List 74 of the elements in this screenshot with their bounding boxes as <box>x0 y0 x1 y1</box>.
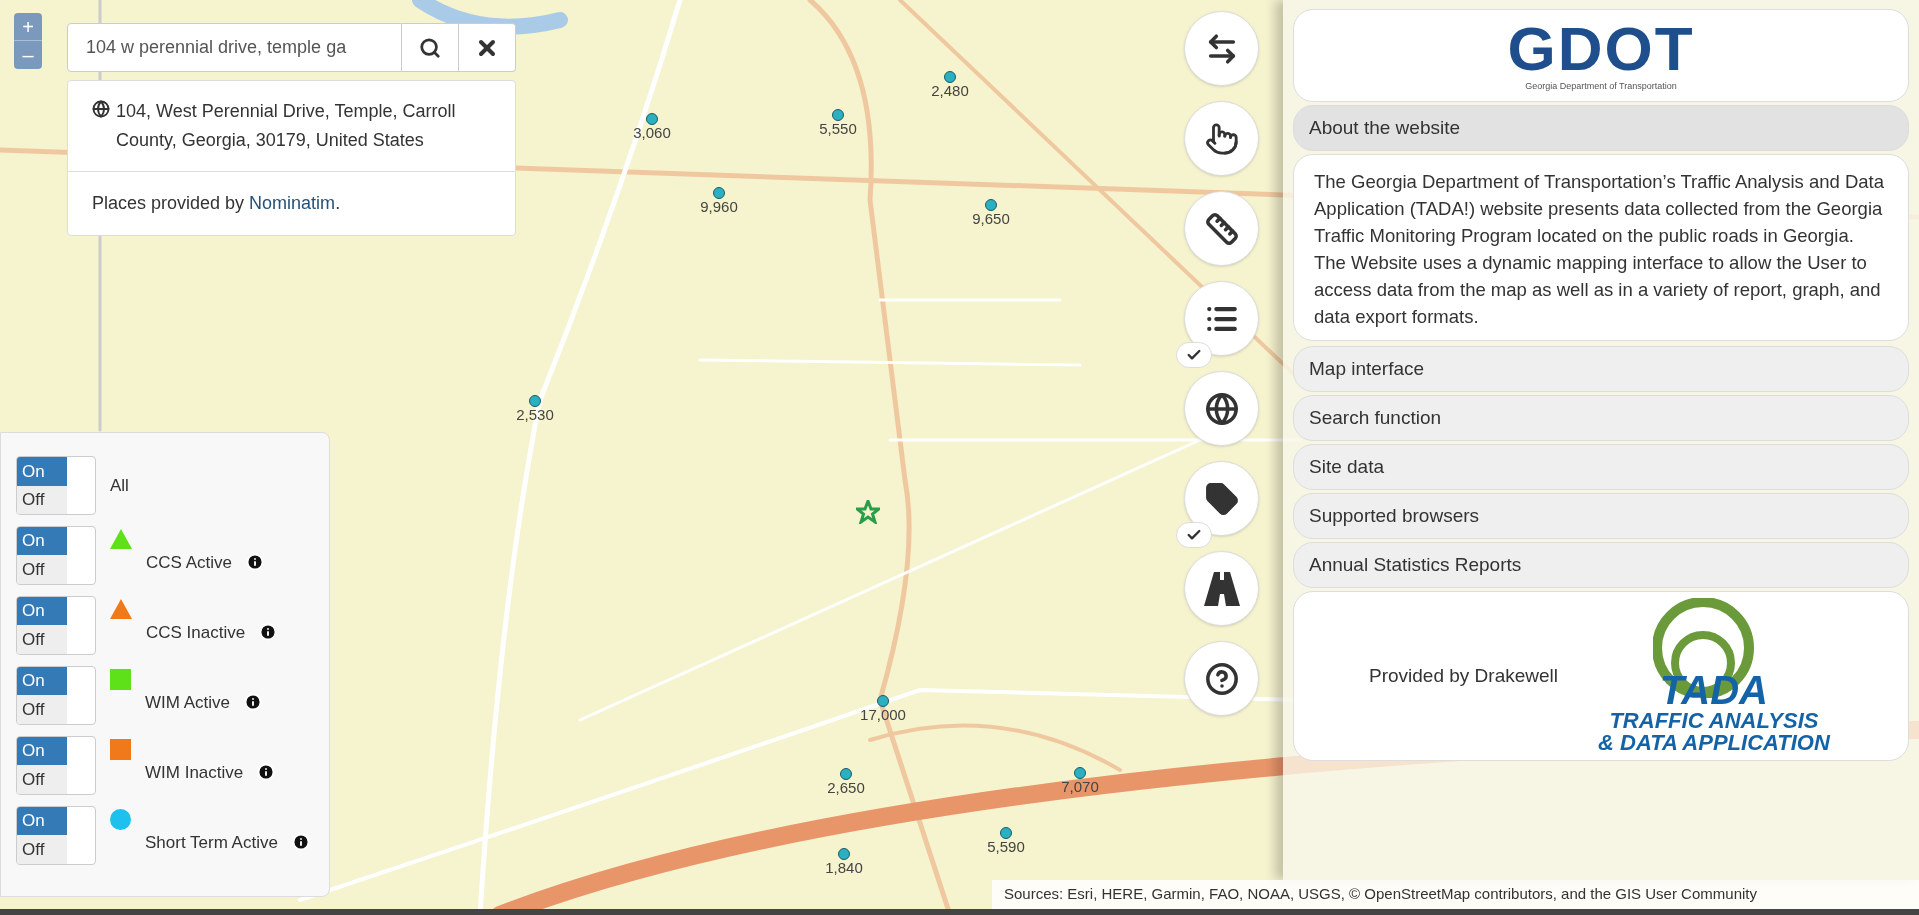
road-icon <box>1203 571 1240 606</box>
provider-text: Provided by Drakewell <box>1369 663 1559 688</box>
traffic-count-label: 9,650 <box>972 211 1010 226</box>
map-tool-button[interactable] <box>1184 281 1259 356</box>
help-icon <box>1204 661 1239 696</box>
check-badge-icon <box>1176 522 1212 548</box>
map-tool-button[interactable] <box>1184 371 1259 446</box>
on-off-switch[interactable]: On Off <box>16 595 96 655</box>
search-button[interactable] <box>402 23 459 72</box>
layer-label: Short Term Active <box>145 832 278 855</box>
layer-label: CCS Active <box>146 552 232 575</box>
accordion-header[interactable]: Map interface <box>1293 346 1909 392</box>
map-tool-button[interactable] <box>1184 191 1259 266</box>
accordion-header[interactable]: Supported browsers <box>1293 493 1909 539</box>
layer-label: CCS Inactive <box>146 622 246 645</box>
layer-label: All <box>110 474 129 497</box>
accordion-header[interactable]: About the website <box>1293 105 1909 151</box>
triangle-symbol-icon <box>110 599 132 619</box>
layer-label: WIM Inactive <box>145 762 244 785</box>
traffic-count-label: 3,060 <box>633 125 671 140</box>
traffic-count-label: 2,530 <box>516 407 554 422</box>
on-off-switch[interactable]: On Off <box>16 805 96 865</box>
count-station-marker-icon[interactable] <box>944 71 956 83</box>
info-icon[interactable] <box>259 623 278 641</box>
on-off-switch[interactable]: On Off <box>16 665 96 725</box>
traffic-count-label: 5,550 <box>819 121 857 136</box>
traffic-count-label: 17,000 <box>860 707 906 722</box>
search-field[interactable]: 104 w perennial drive, temple ga <box>67 23 402 72</box>
globe-icon <box>1204 391 1239 426</box>
count-station-marker-icon[interactable] <box>713 187 725 199</box>
pointing-hand-icon <box>1204 121 1239 156</box>
globe-icon <box>92 100 110 118</box>
traffic-count-label: 1,840 <box>825 860 863 875</box>
info-icon[interactable] <box>244 693 262 711</box>
attribution-text: Sources: Esri, HERE, Garmin, FAO, NOAA, USGS, © OpenStreetMap contributors, and the GIS User Community <box>1004 884 1757 905</box>
triangle-symbol-icon <box>110 529 132 549</box>
traffic-count-label: 2,480 <box>931 83 969 98</box>
count-station-marker-icon[interactable] <box>1000 827 1012 839</box>
on-off-switch[interactable]: On Off <box>16 525 96 585</box>
count-station-marker-icon[interactable] <box>646 113 658 125</box>
info-icon[interactable] <box>246 553 264 571</box>
count-station-marker-icon[interactable] <box>832 109 844 121</box>
search-result-address[interactable]: 104, West Perennial Drive, Temple, Carroll County, Georgia, 30179, United States <box>116 97 491 155</box>
nominatim-link[interactable]: Nominatim <box>249 193 336 213</box>
star-marker-icon <box>856 500 880 524</box>
ruler-icon <box>1204 211 1239 246</box>
search-icon <box>419 36 441 59</box>
info-icon[interactable] <box>257 763 276 781</box>
places-credit-text: Places provided by Nominatim. <box>92 193 341 213</box>
accordion-header[interactable]: Search function <box>1293 395 1909 441</box>
gdot-logo-subtitle: Georgia Department of Transportation <box>1525 79 1677 93</box>
gdot-logo-wordmark: GDOT <box>1507 17 1695 80</box>
close-button[interactable] <box>459 23 516 72</box>
layer-label: WIM Active <box>145 692 230 715</box>
traffic-count-label: 5,590 <box>987 839 1025 854</box>
tada-logo-line: & DATA APPLICATION <box>1598 732 1830 754</box>
traffic-count-label: 9,960 <box>700 199 738 214</box>
info-icon[interactable] <box>291 833 310 851</box>
count-station-marker-icon[interactable] <box>840 768 852 780</box>
tada-logo-line: TRAFFIC ANALYSIS <box>1609 710 1819 732</box>
check-badge-icon <box>1176 342 1212 368</box>
accordion-header[interactable]: Annual Statistics Reports <box>1293 542 1909 588</box>
count-station-marker-icon[interactable] <box>529 395 541 407</box>
about-text: The Georgia Department of Transportation’s Traffic Analysis and Data Application (TADA!) website presents data collected from the Georgia Traffic Monitoring Program located on the public roads in Georgia. The Website uses a dynamic mapping interface to allow the User to access data from the map as well as in a variety of report, graph, and data export formats. <box>1314 170 1886 329</box>
on-off-switch[interactable]: On Off <box>16 735 96 795</box>
traffic-count-label: 2,650 <box>827 780 865 795</box>
count-station-marker-icon[interactable] <box>838 848 850 860</box>
traffic-count-label: 7,070 <box>1061 779 1099 794</box>
tag-icon <box>1204 481 1239 516</box>
accordion-header[interactable]: Site data <box>1293 444 1909 490</box>
count-station-marker-icon[interactable] <box>877 695 889 707</box>
count-station-marker-icon[interactable] <box>1074 767 1086 779</box>
on-off-switch[interactable]: On Off <box>16 456 96 515</box>
count-station-marker-icon[interactable] <box>985 199 997 211</box>
